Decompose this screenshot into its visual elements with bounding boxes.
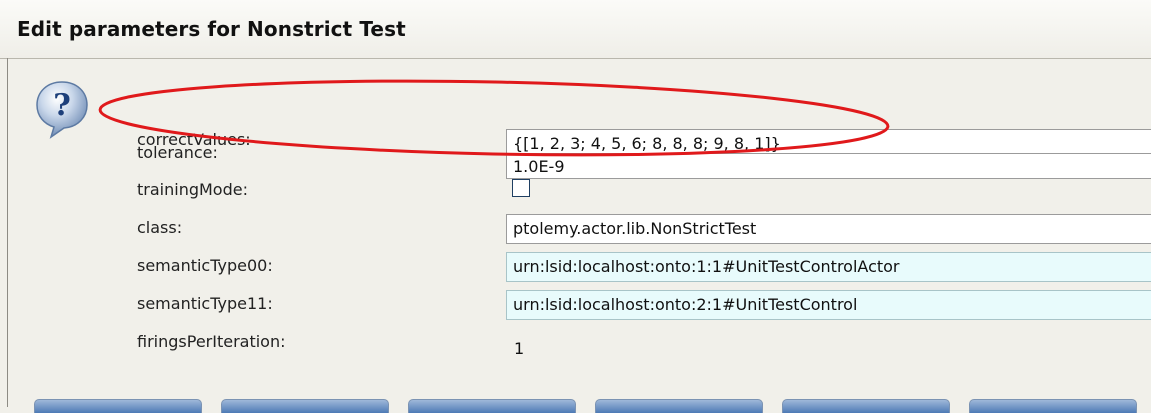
dialog-title: Edit parameters for Nonstrict Test	[17, 17, 406, 41]
dialog-button-3[interactable]	[408, 399, 576, 413]
semantic-type-00-field[interactable]: urn:lsid:localhost:onto:1:1#UnitTestCont…	[506, 252, 1151, 282]
question-mark-bubble-icon: ?	[36, 81, 88, 139]
dialog-title-bar: Edit parameters for Nonstrict Test	[0, 0, 1151, 59]
class-field[interactable]: ptolemy.actor.lib.NonStrictTest	[506, 214, 1151, 244]
dialog-left-border	[7, 58, 8, 407]
label-class: class:	[137, 218, 183, 237]
dialog-button-4[interactable]	[595, 399, 763, 413]
label-tolerance: tolerance:	[137, 143, 218, 162]
training-mode-checkbox[interactable]	[512, 179, 530, 197]
tolerance-field[interactable]: 1.0E-9	[506, 153, 1151, 179]
dialog-button-1[interactable]	[34, 399, 202, 413]
svg-text:?: ?	[53, 88, 71, 123]
semantic-type-11-field[interactable]: urn:lsid:localhost:onto:2:1#UnitTestCont…	[506, 290, 1151, 320]
dialog-button-2[interactable]	[221, 399, 389, 413]
label-firings-per-iteration: firingsPerIteration:	[137, 332, 286, 351]
label-semantic-type-00: semanticType00:	[137, 256, 273, 275]
firings-per-iteration-value: 1	[514, 339, 525, 358]
dialog-button-6[interactable]	[969, 399, 1137, 413]
label-semantic-type-11: semanticType11:	[137, 294, 273, 313]
label-training-mode: trainingMode:	[137, 180, 248, 199]
dialog-button-5[interactable]	[782, 399, 950, 413]
